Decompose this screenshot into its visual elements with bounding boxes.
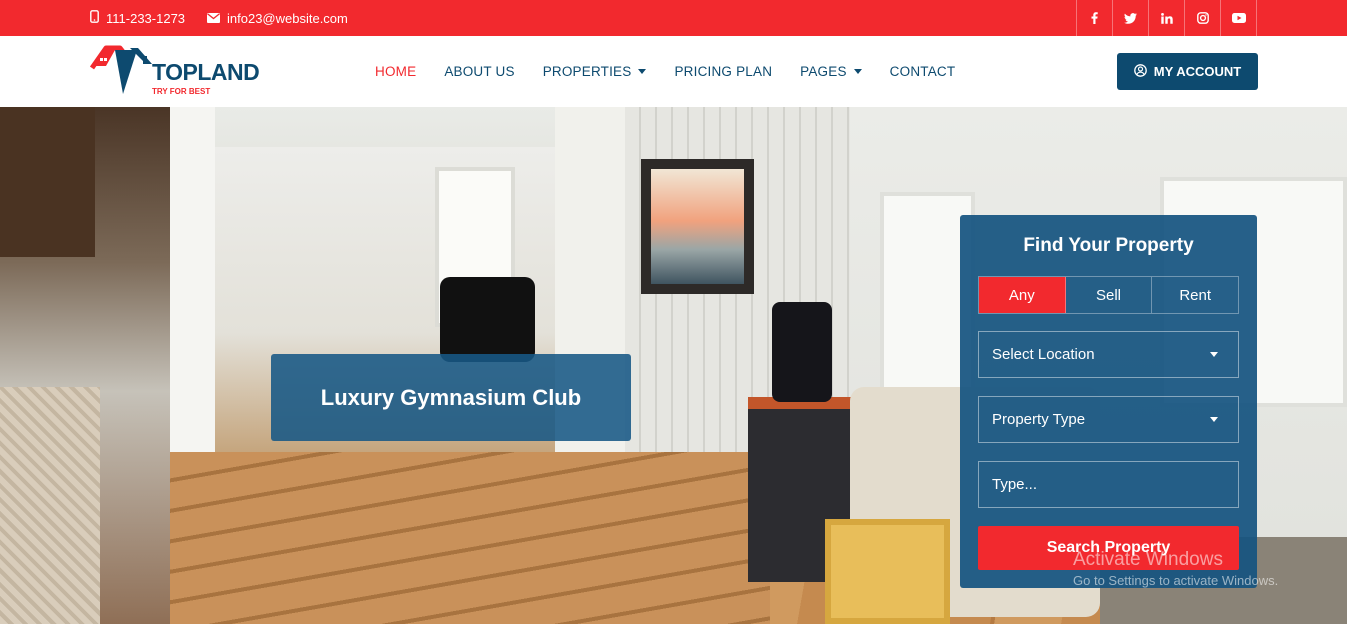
property-type-select[interactable]: Property Type [978, 396, 1239, 443]
watermark-line-2: Go to Settings to activate Windows. [1073, 573, 1279, 588]
site-logo[interactable]: TOPLAND TRY FOR BEST [90, 44, 280, 100]
location-select[interactable]: Select Location [978, 331, 1239, 378]
caret-down-icon [853, 69, 862, 74]
main-nav: HOME ABOUT US PROPERTIES PRICING PLAN PA… [375, 36, 983, 107]
phone-contact[interactable]: 111-233-1273 [90, 0, 185, 36]
logo-tagline: TRY FOR BEST [152, 87, 211, 96]
photo-office-chair [772, 302, 832, 402]
linkedin-icon[interactable] [1149, 0, 1185, 36]
nav-item-label: ABOUT US [444, 64, 515, 79]
nav-item-home[interactable]: HOME [375, 64, 416, 79]
photo-knit-chair [0, 387, 100, 624]
nav-item-pages[interactable]: PAGES [800, 64, 862, 79]
youtube-icon[interactable] [1221, 0, 1257, 36]
watermark-line-1: Activate Windows [1073, 549, 1223, 570]
search-panel-title: Find Your Property [1023, 235, 1194, 256]
photo-steps [170, 452, 770, 624]
caret-down-icon [1210, 352, 1218, 357]
search-tabs: Any Sell Rent [978, 276, 1239, 314]
windows-activation-watermark: Activate Windows Go to Settings to activ… [1073, 549, 1278, 588]
social-links [1076, 0, 1257, 36]
nav-item-label: PROPERTIES [542, 64, 632, 79]
nav-item-properties[interactable]: PROPERTIES [543, 64, 647, 79]
caret-down-icon [1210, 417, 1218, 422]
my-account-button[interactable]: MY ACCOUNT [1117, 53, 1258, 90]
instagram-icon[interactable] [1185, 0, 1221, 36]
phone-icon [90, 10, 106, 26]
photo-armchair [440, 277, 535, 362]
top-bar: 111-233-1273 info23@website.com [0, 0, 1347, 36]
email-contact[interactable]: info23@website.com [207, 0, 348, 36]
envelope-icon [207, 11, 227, 26]
type-input-wrapper [978, 461, 1239, 508]
property-type-select-value: Property Type [992, 411, 1086, 428]
photo-stool [825, 519, 950, 624]
nav-item-label: PAGES [800, 64, 847, 79]
photo-framed-poster [641, 159, 754, 294]
phone-number: 111-233-1273 [106, 10, 186, 26]
property-search-panel: Find Your Property Any Sell Rent Select … [960, 215, 1257, 588]
type-input[interactable] [992, 476, 1222, 493]
tab-sell[interactable]: Sell [1066, 277, 1153, 313]
photo-cabinet [0, 107, 95, 257]
facebook-icon[interactable] [1077, 0, 1113, 36]
nav-item-contact[interactable]: CONTACT [890, 64, 956, 79]
tab-rent[interactable]: Rent [1152, 277, 1238, 313]
twitter-icon[interactable] [1113, 0, 1149, 36]
hero-caption: Luxury Gymnasium Club [271, 354, 631, 441]
my-account-label: MY ACCOUNT [1153, 64, 1242, 79]
tab-any[interactable]: Any [979, 277, 1066, 313]
site-header: TOPLAND TRY FOR BEST HOME ABOUT US PROPE… [0, 36, 1347, 107]
nav-item-pricing-plan[interactable]: PRICING PLAN [674, 64, 772, 79]
caret-down-icon [638, 69, 647, 74]
nav-item-label: CONTACT [889, 64, 956, 79]
photo-door [170, 107, 215, 507]
user-circle-icon [1133, 63, 1154, 80]
nav-item-about-us[interactable]: ABOUT US [444, 64, 514, 79]
logo-text: TOPLAND [152, 59, 260, 85]
location-select-value: Select Location [992, 346, 1095, 363]
nav-item-label: HOME [375, 64, 417, 79]
email-address: info23@website.com [227, 10, 348, 26]
nav-item-label: PRICING PLAN [674, 64, 773, 79]
